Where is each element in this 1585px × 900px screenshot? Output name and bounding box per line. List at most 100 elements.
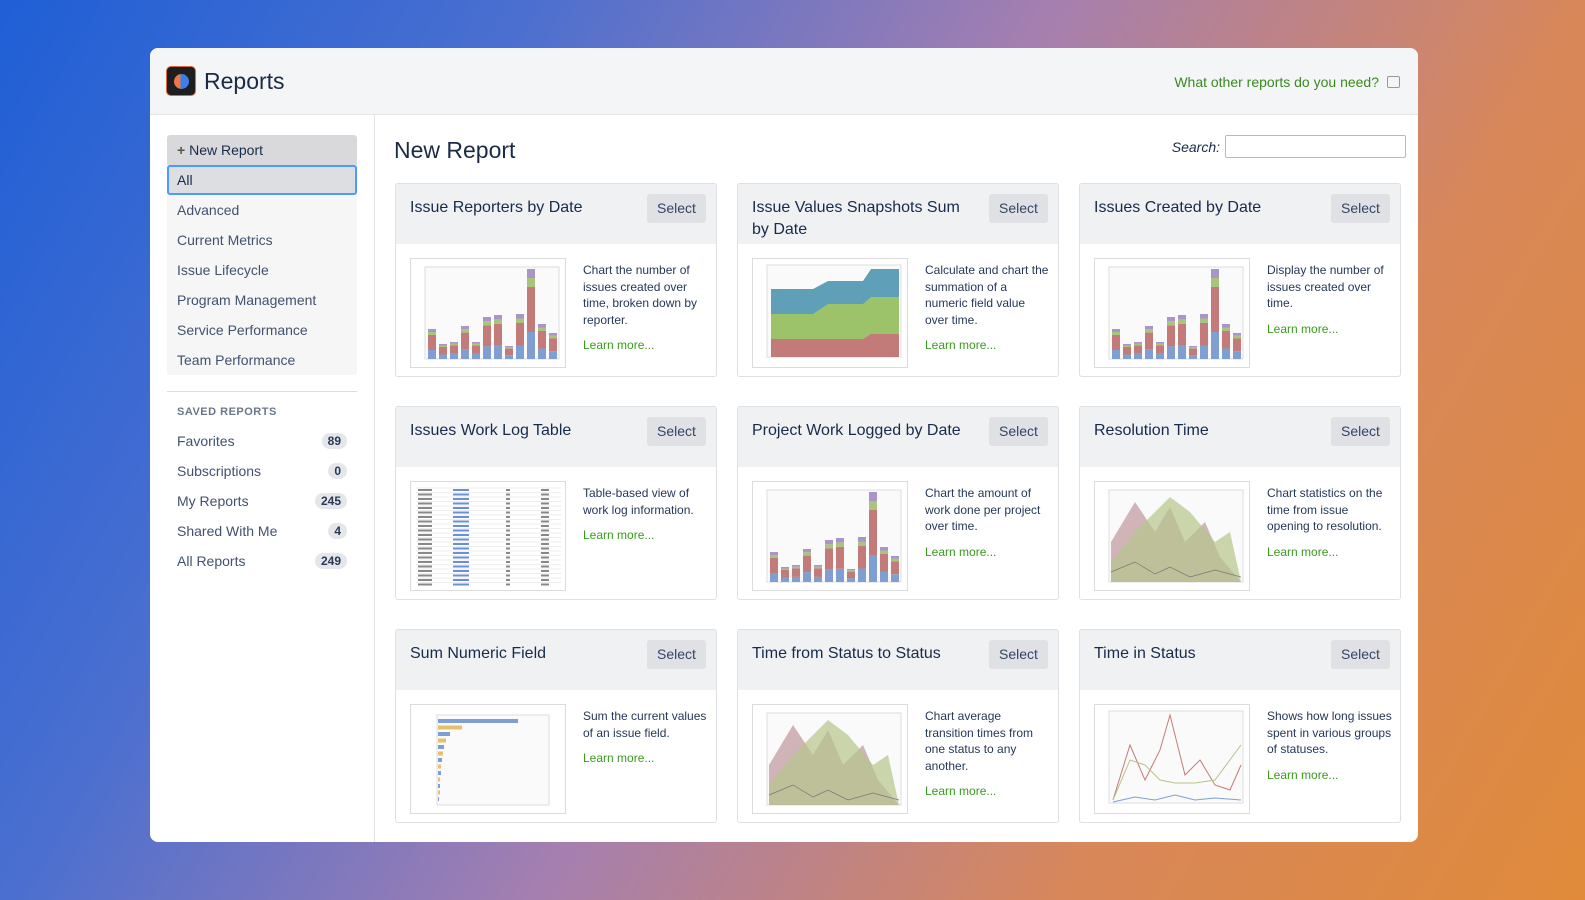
select-button[interactable]: Select — [647, 194, 706, 223]
thumb-shape — [453, 574, 469, 577]
thumb-shape — [506, 538, 510, 541]
thumb-bar — [438, 771, 441, 775]
card-title: Issue Reporters by Date — [410, 199, 583, 216]
saved-item-all-reports[interactable]: All Reports 249 — [167, 546, 357, 576]
report-card: Resolution Time Select Chart statistics o… — [1079, 406, 1401, 600]
thumb-bar — [494, 319, 502, 324]
thumb-bar — [450, 342, 458, 344]
thumb-shape — [541, 538, 549, 541]
select-button[interactable]: Select — [1331, 640, 1390, 669]
thumb-bar — [1189, 347, 1197, 349]
report-thumbnail-stacked-bar — [752, 481, 908, 591]
learn-more-link[interactable]: Learn more... — [925, 783, 1050, 800]
sidebar-item-issue-lifecycle[interactable]: Issue Lifecycle — [167, 255, 357, 285]
card-header: Issue Values Snapshots Sum by Date Select — [738, 184, 1058, 244]
thumb-shape — [418, 561, 432, 563]
thumb-shape — [541, 570, 549, 572]
thumb-bar — [538, 324, 546, 328]
thumb-bar — [1112, 329, 1120, 332]
search-input[interactable] — [1225, 135, 1406, 158]
thumb-bar — [472, 343, 480, 346]
report-card: Sum Numeric Field Select Sum the current … — [395, 629, 717, 823]
thumb-bar — [438, 751, 443, 756]
saved-item-my-reports[interactable]: My Reports 245 — [167, 486, 357, 516]
learn-more-link[interactable]: Learn more... — [1267, 767, 1392, 784]
saved-item-subscriptions[interactable]: Subscriptions 0 — [167, 456, 357, 486]
learn-more-link[interactable]: Learn more... — [583, 750, 708, 767]
saved-item-shared-with-me[interactable]: Shared With Me 4 — [167, 516, 357, 546]
thumb-shape — [418, 538, 432, 541]
thumb-bar — [880, 550, 888, 554]
thumb-bar — [825, 540, 833, 545]
select-button[interactable]: Select — [1331, 194, 1390, 223]
select-button[interactable]: Select — [989, 417, 1048, 446]
saved-item-favorites[interactable]: Favorites 89 — [167, 426, 357, 456]
thumb-bar — [438, 777, 440, 782]
learn-more-link[interactable]: Learn more... — [583, 337, 708, 354]
thumb-bar — [836, 542, 844, 547]
feedback-link[interactable]: What other reports do you need? — [1174, 74, 1400, 90]
thumb-bar — [803, 555, 811, 573]
learn-more-link[interactable]: Learn more... — [1267, 321, 1392, 338]
thumb-shape — [506, 489, 510, 491]
thumb-bar — [770, 555, 778, 558]
thumb-shape — [453, 516, 469, 518]
select-button[interactable]: Select — [647, 417, 706, 446]
thumb-shape — [541, 507, 549, 509]
thumb-bar — [1233, 338, 1241, 352]
thumb-bar — [1112, 332, 1120, 335]
card-header: Sum Numeric Field Select — [396, 630, 716, 690]
select-button[interactable]: Select — [989, 194, 1048, 223]
thumb-bar — [483, 325, 491, 347]
thumb-bar — [814, 565, 822, 567]
learn-more-link[interactable]: Learn more... — [925, 337, 1050, 354]
sidebar-item-team-performance[interactable]: Team Performance — [167, 345, 357, 375]
report-card: Time in Status Select Shows how long issu… — [1079, 629, 1401, 823]
thumb-shape — [418, 565, 432, 568]
thumb-shape — [453, 493, 469, 496]
sidebar-item-program-management[interactable]: Program Management — [167, 285, 357, 315]
thumb-bar — [869, 555, 877, 582]
learn-more-link[interactable]: Learn more... — [1267, 544, 1392, 561]
thumb-shape — [506, 534, 510, 536]
thumb-bar — [1145, 349, 1153, 359]
sidebar-item-current-metrics[interactable]: Current Metrics — [167, 225, 357, 255]
thumb-shape — [418, 529, 432, 532]
thumb-shape — [453, 520, 469, 523]
thumb-shape — [506, 525, 510, 527]
thumb-bar — [439, 354, 447, 359]
thumb-shape — [453, 583, 469, 586]
thumb-bar — [438, 745, 444, 749]
header: Reports What other reports do you need? — [150, 48, 1418, 115]
select-button[interactable]: Select — [647, 640, 706, 669]
thumb-shape — [541, 529, 549, 532]
thumb-bar — [527, 278, 535, 287]
thumb-bar — [1123, 354, 1131, 359]
thumb-bar — [814, 576, 822, 582]
thumb-bar — [483, 317, 491, 322]
thumb-bar — [792, 566, 800, 569]
sidebar-item-all[interactable]: All — [167, 165, 357, 195]
thumb-bar — [869, 510, 877, 555]
thumb-bar — [1211, 269, 1219, 278]
learn-more-link[interactable]: Learn more... — [925, 544, 1050, 561]
thumb-bar — [516, 318, 524, 323]
thumb-bar — [792, 568, 800, 577]
select-button[interactable]: Select — [989, 640, 1048, 669]
thumb-bar — [538, 331, 546, 349]
select-button[interactable]: Select — [1331, 417, 1390, 446]
thumb-bar — [858, 546, 866, 569]
new-report-button[interactable]: + New Report — [167, 135, 357, 165]
thumb-bar — [803, 549, 811, 553]
thumb-bar — [494, 315, 502, 320]
report-card: Issues Work Log Table Select Table-based … — [395, 406, 717, 600]
thumb-shape — [506, 552, 510, 554]
sidebar-item-service-performance[interactable]: Service Performance — [167, 315, 357, 345]
learn-more-link[interactable]: Learn more... — [583, 527, 708, 544]
thumb-shape — [418, 520, 432, 523]
thumb-shape — [541, 552, 549, 554]
thumb-bar — [438, 797, 439, 801]
sidebar-item-advanced[interactable]: Advanced — [167, 195, 357, 225]
divider — [167, 391, 357, 392]
thumb-shape — [506, 556, 510, 559]
